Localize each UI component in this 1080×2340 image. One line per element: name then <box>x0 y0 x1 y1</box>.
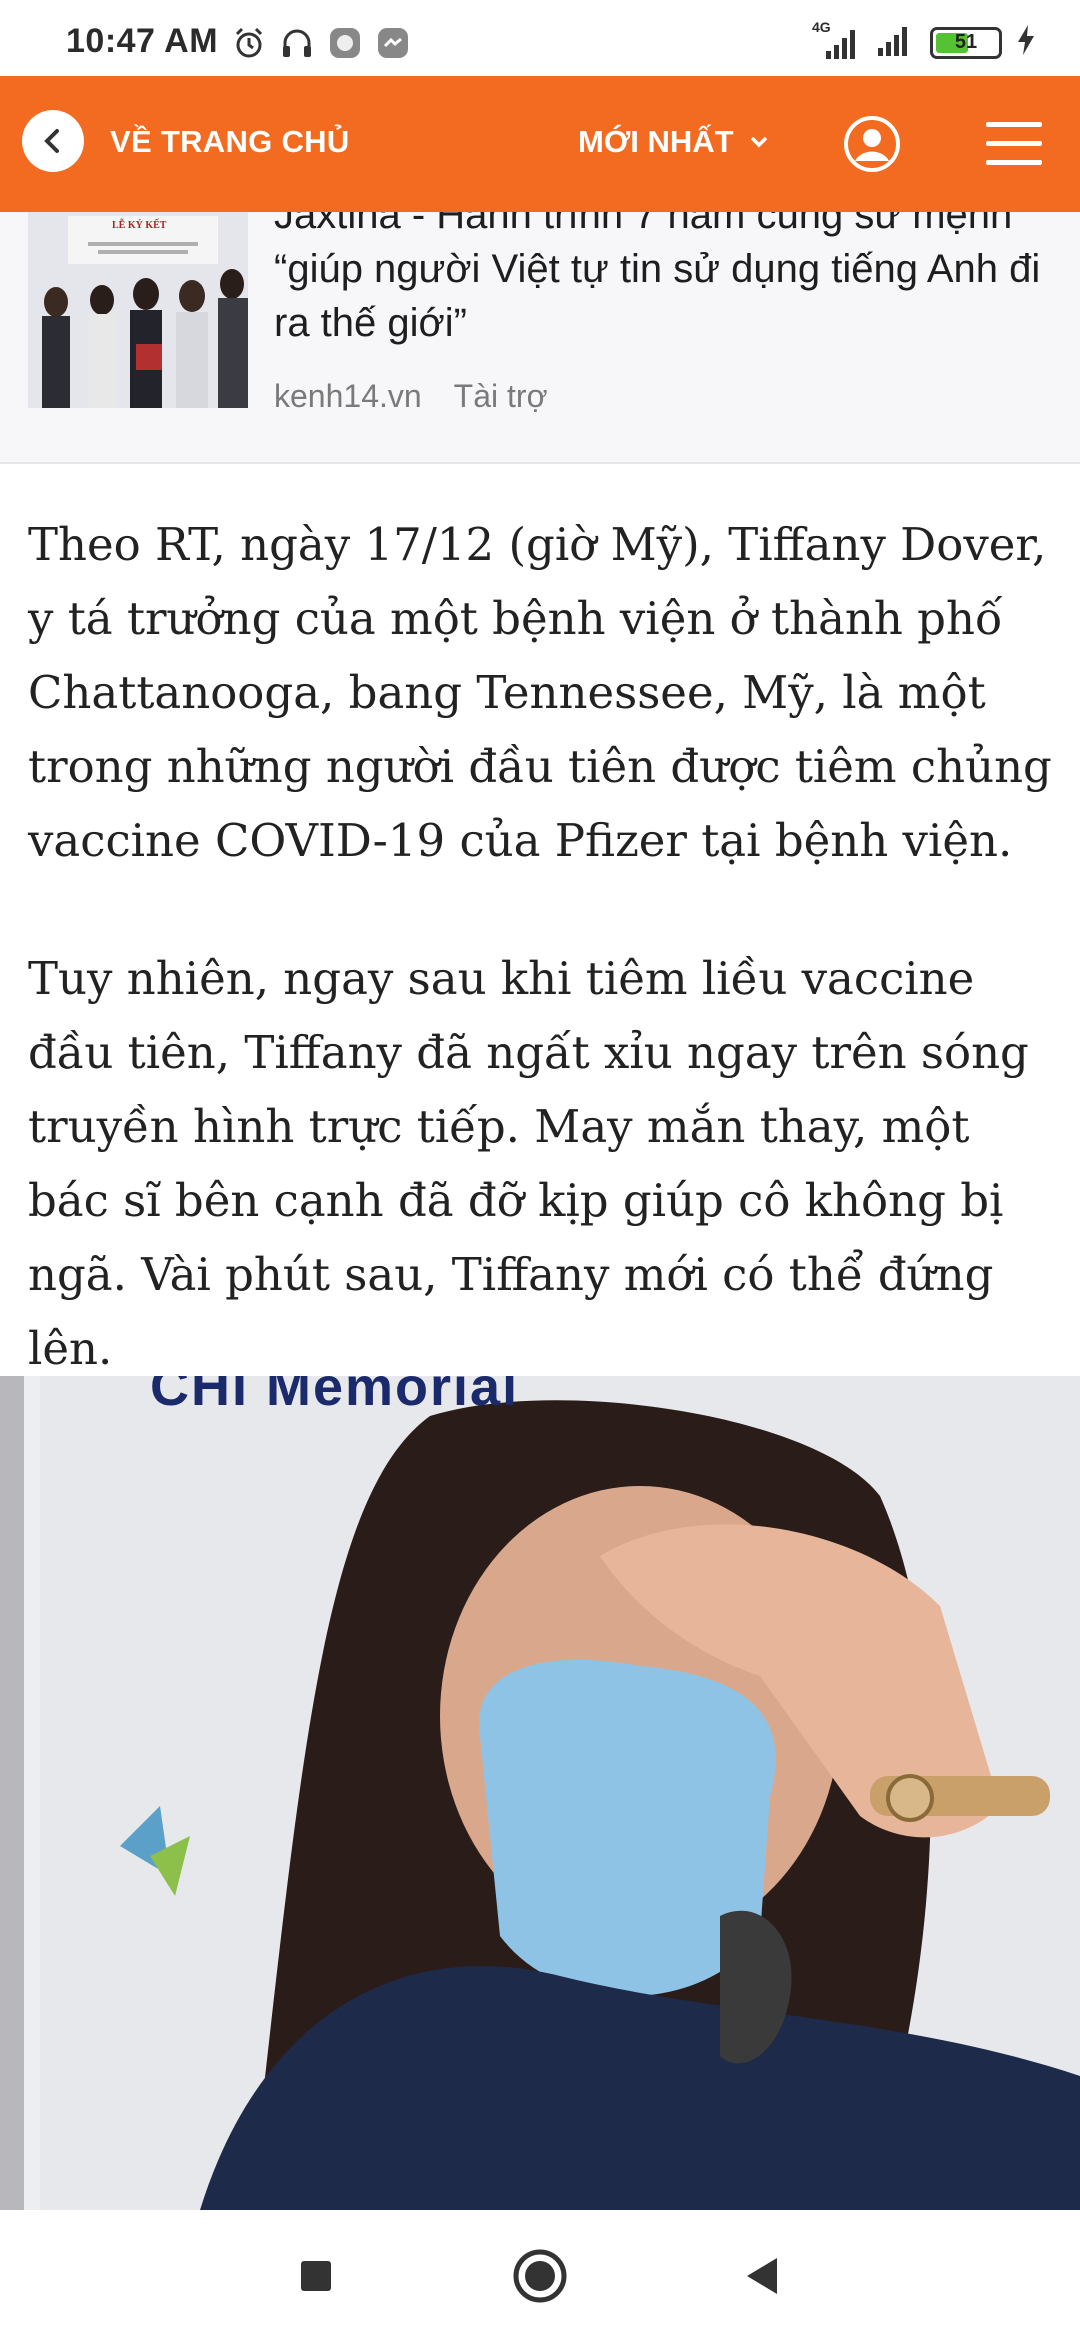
home-link[interactable]: VỀ TRANG CHỦ <box>110 124 350 160</box>
hamburger-menu-button[interactable] <box>986 120 1042 168</box>
signal-icon-2 <box>876 22 916 63</box>
menu-icon <box>986 122 1042 165</box>
status-time: 10:47 AM <box>66 22 219 60</box>
status-notification-icons <box>232 26 410 60</box>
sponsored-thumbnail: LỄ KÝ KẾT <box>28 212 248 408</box>
article-paragraph: Theo RT, ngày 17/12 (giờ Mỹ), Tiffany Do… <box>28 518 1052 867</box>
latest-news-dropdown[interactable]: MỚI NHẤT <box>578 124 770 160</box>
home-circle-icon <box>513 2249 567 2303</box>
chevron-down-icon <box>750 136 767 148</box>
latest-news-label: MỚI NHẤT <box>578 124 734 159</box>
battery-icon: 51 <box>930 26 1002 59</box>
sponsored-source: kenh14.vn <box>274 378 422 414</box>
system-navigation-bar <box>0 2210 1080 2340</box>
charging-icon <box>1016 24 1036 61</box>
sponsored-article-card[interactable]: LỄ KÝ KẾT Jaxtina - Hành trình 7 năm cùn… <box>0 212 1080 464</box>
account-button[interactable] <box>842 114 902 174</box>
square-icon <box>301 2261 331 2291</box>
back-nav-button[interactable] <box>734 2248 790 2304</box>
user-icon <box>844 116 900 172</box>
top-navigation-bar: VỀ TRANG CHỦ MỚI NHẤT <box>0 76 1080 212</box>
sponsored-title[interactable]: Jaxtina - Hành trình 7 năm cùng sứ mệnh … <box>274 212 1044 350</box>
status-bar: 10:47 AM 4G 51 <box>0 0 1080 76</box>
back-button[interactable] <box>22 110 84 172</box>
signal-icon: 4G <box>812 19 862 61</box>
article-paragraph: Tuy nhiên, ngay sau khi tiêm liều vaccin… <box>28 952 1029 1375</box>
battery-level: 51 <box>954 30 978 53</box>
status-system-icons: 4G 51 <box>812 19 1036 63</box>
thumbnail-caption: LỄ KÝ KẾT <box>112 220 167 231</box>
recents-button[interactable] <box>288 2248 344 2304</box>
headphones-icon <box>280 26 314 60</box>
sponsored-meta: kenh14.vn Tài trợ <box>274 378 548 415</box>
notification-app-icon <box>328 26 362 60</box>
photo-backdrop-text: CHI Memorial <box>150 1376 520 1417</box>
article-body: Theo RT, ngày 17/12 (giờ Mỹ), Tiffany Do… <box>28 508 1058 1450</box>
alarm-icon <box>232 26 266 60</box>
home-button[interactable] <box>512 2248 568 2304</box>
article-image: CHI Memorial <box>0 1376 1080 2210</box>
chevron-left-icon <box>44 129 59 153</box>
sponsored-tag: Tài trợ <box>453 378 548 414</box>
triangle-back-icon <box>747 2258 777 2294</box>
messenger-icon <box>376 26 410 60</box>
